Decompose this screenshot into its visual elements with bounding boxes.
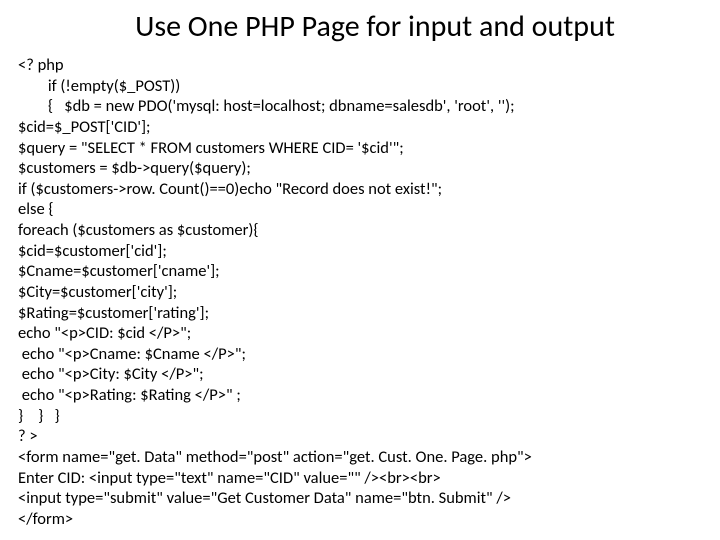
slide-title: Use One PHP Page for input and output [18, 8, 702, 45]
code-block: <? php if (!empty($_POST)) { $db = new P… [18, 55, 702, 529]
